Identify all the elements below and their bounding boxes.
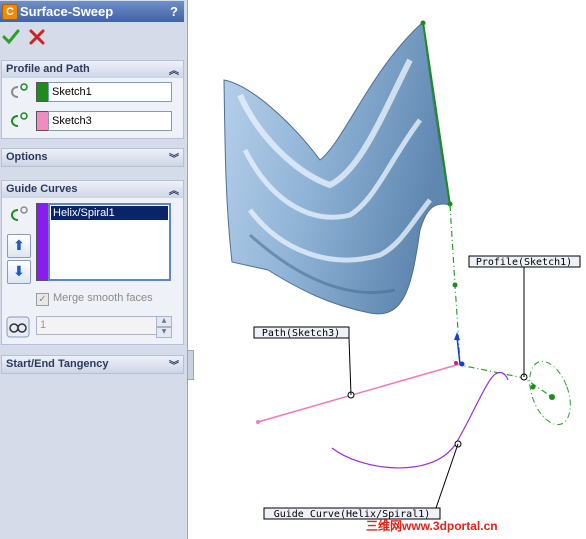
svg-text:Profile(Sketch1): Profile(Sketch1) bbox=[476, 257, 572, 268]
graphics-viewport[interactable]: Profile(Sketch1) Path(Sketch3) Guide Cur… bbox=[192, 0, 586, 539]
help-button[interactable]: ? bbox=[170, 4, 178, 19]
guide-curve-icon bbox=[11, 206, 28, 221]
arrow-down-icon: ⬇ bbox=[13, 264, 25, 280]
path-callout[interactable]: Path(Sketch3) bbox=[253, 326, 350, 339]
chevron-up-icon: ︽ bbox=[169, 186, 179, 197]
ok-button[interactable] bbox=[2, 28, 20, 46]
merge-smooth-faces-checkbox[interactable]: ✓ bbox=[36, 293, 49, 306]
show-sections-button[interactable] bbox=[6, 316, 30, 338]
chevron-down-icon: ︾ bbox=[169, 154, 179, 165]
spinner-buttons[interactable]: ▲ ▼ bbox=[156, 316, 172, 338]
move-up-button[interactable]: ⬆ bbox=[7, 234, 31, 258]
move-down-button[interactable]: ⬇ bbox=[7, 260, 31, 284]
svg-text:Path(Sketch3): Path(Sketch3) bbox=[262, 328, 340, 339]
list-item[interactable]: Helix/Spiral1 bbox=[51, 206, 168, 220]
profile-callout[interactable]: Profile(Sketch1) bbox=[468, 255, 581, 268]
profile-sketch-line bbox=[449, 204, 553, 398]
guide-curve-line bbox=[331, 371, 509, 469]
profile-field[interactable]: Sketch1 bbox=[48, 82, 172, 102]
spin-up-icon[interactable]: ▲ bbox=[156, 316, 172, 327]
property-manager: C Surface-Sweep ? Profile and Path ︽ Ske… bbox=[0, 0, 188, 539]
profile-and-path-header[interactable]: Profile and Path ︽ bbox=[1, 60, 184, 79]
green-check-icon bbox=[2, 29, 20, 45]
watermark: 三维网www.3dportal.cn bbox=[366, 519, 498, 533]
chevron-down-icon: ︾ bbox=[169, 361, 179, 372]
cancel-button[interactable] bbox=[28, 28, 46, 46]
feature-icon: C bbox=[2, 4, 18, 20]
profile-icon bbox=[11, 83, 28, 98]
title-bar: C Surface-Sweep ? bbox=[0, 1, 184, 22]
chevron-up-icon: ︽ bbox=[169, 66, 179, 77]
path-field[interactable]: Sketch3 bbox=[48, 111, 172, 131]
merge-smooth-faces-label: Merge smooth faces bbox=[53, 292, 153, 304]
tangency-header[interactable]: Start/End Tangency ︾ bbox=[1, 355, 184, 374]
guide-curves-header[interactable]: Guide Curves ︽ bbox=[1, 180, 184, 199]
panel-title: Surface-Sweep bbox=[20, 4, 114, 19]
red-x-icon bbox=[29, 29, 45, 45]
profile-ellipse bbox=[529, 360, 571, 426]
spin-down-icon[interactable]: ▼ bbox=[156, 327, 172, 338]
path-sketch-line bbox=[257, 363, 461, 423]
path-icon bbox=[11, 112, 28, 127]
arrow-up-icon: ⬆ bbox=[13, 238, 25, 254]
section-count-spinner[interactable]: 1 bbox=[36, 316, 172, 335]
options-header[interactable]: Options ︾ bbox=[1, 148, 184, 167]
guide-curves-list[interactable]: Helix/Spiral1 bbox=[48, 203, 171, 281]
guide-color-strip bbox=[36, 203, 48, 281]
